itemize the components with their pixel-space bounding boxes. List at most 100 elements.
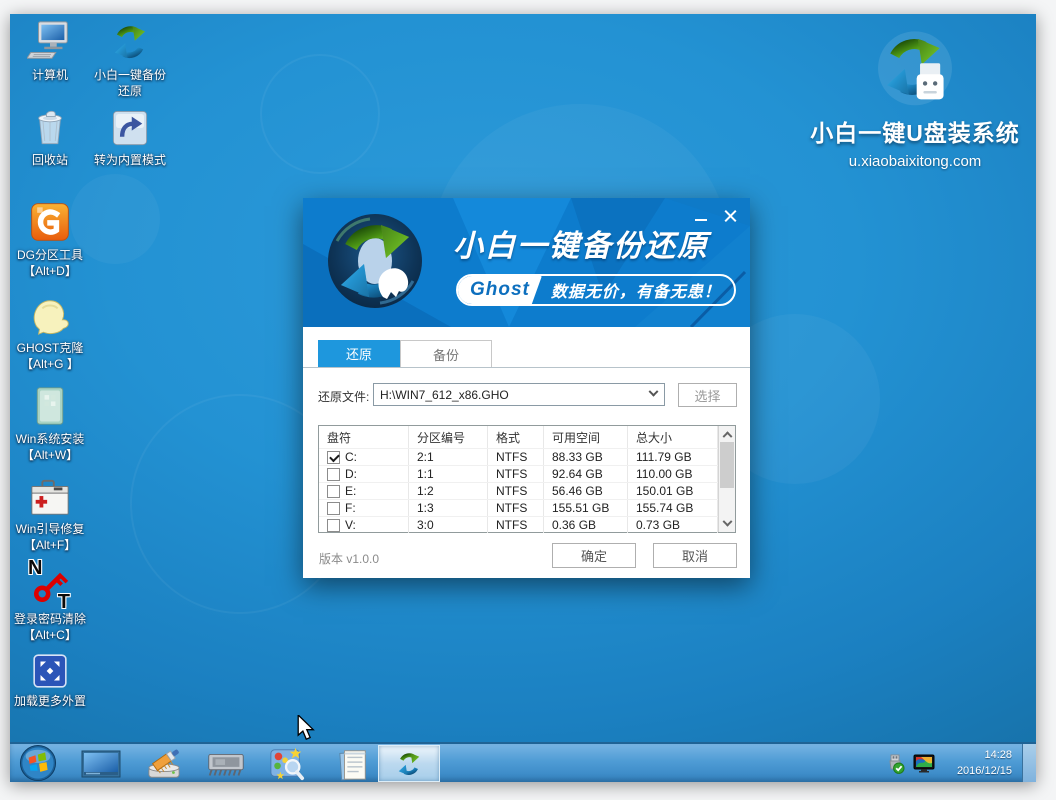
table-row[interactable]: V: 3:0 NTFS 0.36 GB 0.73 GB: [319, 516, 718, 533]
row-checkbox[interactable]: [327, 485, 340, 498]
icon-label: 转为内置模式: [90, 152, 170, 168]
ghost-badge-slogan: 数据无价，有备无患！: [551, 278, 721, 302]
minimize-button[interactable]: [691, 207, 711, 225]
start-button[interactable]: [16, 744, 60, 782]
brand-usb-logo-icon: [798, 28, 1032, 114]
clock-date: 2016/12/15: [957, 763, 1012, 779]
taskbar-item-notepad[interactable]: [332, 747, 374, 781]
table-row[interactable]: D: 1:1 NTFS 92.64 GB 110.00 GB: [319, 465, 718, 482]
notepad-icon: [333, 747, 373, 781]
brand-url: u.xiaobaixitong.com: [798, 153, 1032, 170]
taskbar-item-desktop-preview[interactable]: [80, 750, 122, 778]
sync-arrows-icon: [90, 18, 170, 64]
minimize-icon: [695, 219, 707, 221]
col-drive: 盘符: [319, 426, 409, 448]
table-row[interactable]: C: 2:1 NTFS 88.33 GB 111.79 GB: [319, 448, 718, 465]
desktop-icon-recycle-bin[interactable]: 回收站: [10, 103, 90, 168]
desktop-icon-xiaobai-backup[interactable]: 小白一键备份 还原: [90, 18, 170, 99]
table-row[interactable]: E: 1:2 NTFS 56.46 GB 150.01 GB: [319, 482, 718, 499]
select-button[interactable]: 选择: [678, 383, 737, 407]
icon-label-hotkey: 【Alt+C】: [10, 627, 90, 643]
col-total: 总大小: [628, 426, 718, 448]
ghost-badge-brand: Ghost: [458, 276, 542, 304]
icon-label-hotkey: 【Alt+G 】: [10, 356, 90, 372]
icon-label-hotkey: 【Alt+D】: [10, 263, 90, 279]
show-desktop-button[interactable]: [1022, 744, 1036, 782]
brand-title: 小白一键U盘装系统: [798, 114, 1032, 148]
row-checkbox[interactable]: [327, 502, 340, 515]
taskbar-item-disk-tool[interactable]: [144, 747, 184, 781]
table-row[interactable]: F: 1:3 NTFS 155.51 GB 155.74 GB: [319, 499, 718, 516]
restore-file-value: H:\WIN7_612_x86.GHO: [380, 388, 509, 402]
memory-chip-icon: [203, 750, 249, 778]
dialog-title: 小白一键备份还原: [453, 221, 709, 265]
ghost-icon: [10, 291, 90, 337]
display-color-icon[interactable]: [913, 754, 935, 774]
desktop-icon-ghost-clone[interactable]: GHOST克隆 【Alt+G 】: [10, 291, 90, 372]
background-bubble: [260, 54, 380, 174]
icon-label: DG分区工具: [10, 247, 90, 263]
tab-bar: 还原 备份: [303, 340, 750, 368]
brand-block: 小白一键U盘装系统 u.xiaobaixitong.com: [798, 28, 1032, 170]
ok-button[interactable]: 确定: [552, 543, 636, 568]
scrollbar-thumb[interactable]: [720, 442, 734, 488]
row-checkbox[interactable]: [327, 451, 340, 464]
table-scrollbar[interactable]: [718, 426, 735, 532]
desktop-icon-computer[interactable]: 计算机: [10, 18, 90, 83]
desktop-icon-password-clear[interactable]: N T 登录密码清除 【Alt+C】: [10, 562, 90, 643]
col-free: 可用空间: [544, 426, 628, 448]
icon-label: 加载更多外置: [10, 693, 90, 709]
recycle-bin-icon: [10, 103, 90, 149]
first-aid-kit-icon: [10, 472, 90, 518]
icon-label: 计算机: [10, 67, 90, 83]
desktop-preview-icon: [81, 750, 121, 778]
dialog-banner: 小白一键备份还原 Ghost 数据无价，有备无患！: [303, 198, 750, 327]
tab-backup[interactable]: 备份: [400, 340, 492, 367]
dialog-logo-icon: [325, 211, 425, 316]
usb-safely-remove-icon[interactable]: [884, 753, 906, 775]
desktop-icon-dg-partition[interactable]: DG分区工具 【Alt+D】: [10, 198, 90, 279]
letter-t: T: [58, 594, 70, 610]
taskbar-clock[interactable]: 14:28 2016/12/15: [957, 747, 1012, 779]
system-tray: [884, 753, 935, 775]
icon-label: GHOST克隆: [10, 340, 90, 356]
windows-start-icon: [19, 744, 57, 782]
sync-arrows-icon: [394, 749, 424, 779]
icon-label: 还原: [90, 83, 170, 99]
row-checkbox[interactable]: [327, 468, 340, 481]
dg-partition-icon: [10, 198, 90, 244]
chevron-down-icon[interactable]: [719, 517, 735, 532]
win-install-icon: [10, 382, 90, 428]
computer-icon: [10, 18, 90, 64]
icon-label: 小白一键备份: [90, 67, 170, 83]
expand-arrows-icon: [10, 644, 90, 690]
icon-label: Win引导修复: [10, 521, 90, 537]
taskbar-item-xiaobai-backup-active[interactable]: [378, 745, 440, 782]
desktop-icon-load-more[interactable]: 加载更多外置: [10, 644, 90, 709]
desktop: 计算机 回收站 DG分区工具 【Alt+D】: [10, 14, 1036, 782]
taskbar: 14:28 2016/12/15: [10, 742, 1036, 782]
taskbar-item-capture-tool[interactable]: [266, 746, 308, 782]
chevron-down-icon[interactable]: [643, 384, 664, 405]
partition-table: 盘符 分区编号 格式 可用空间 总大小 C: 2:1 NTFS 88.33 GB…: [318, 425, 736, 533]
desktop-icon-win-boot-repair[interactable]: Win引导修复 【Alt+F】: [10, 472, 90, 553]
letter-n: N: [28, 560, 42, 576]
ghost-badge: Ghost 数据无价，有备无患！: [456, 274, 736, 306]
row-checkbox[interactable]: [327, 519, 340, 532]
close-icon: [724, 210, 737, 223]
cancel-button[interactable]: 取消: [653, 543, 737, 568]
nt-key-icon: N T: [10, 562, 90, 608]
taskbar-item-memory-tool[interactable]: [202, 750, 250, 778]
icon-label-hotkey: 【Alt+W】: [10, 447, 90, 463]
desktop-icon-win-install[interactable]: Win系统安装 【Alt+W】: [10, 382, 90, 463]
chevron-up-icon[interactable]: [719, 426, 735, 441]
close-button[interactable]: [720, 207, 740, 225]
tab-restore[interactable]: 还原: [318, 340, 400, 367]
disk-brush-icon: [145, 747, 183, 781]
restore-file-label: 还原文件:: [318, 388, 369, 405]
icon-label: 登录密码清除: [10, 611, 90, 627]
desktop-icon-internal-mode[interactable]: 转为内置模式: [90, 103, 170, 168]
table-header: 盘符 分区编号 格式 可用空间 总大小: [319, 426, 718, 448]
restore-file-combobox[interactable]: H:\WIN7_612_x86.GHO: [373, 383, 665, 406]
shortcut-arrow-icon: [90, 103, 170, 149]
